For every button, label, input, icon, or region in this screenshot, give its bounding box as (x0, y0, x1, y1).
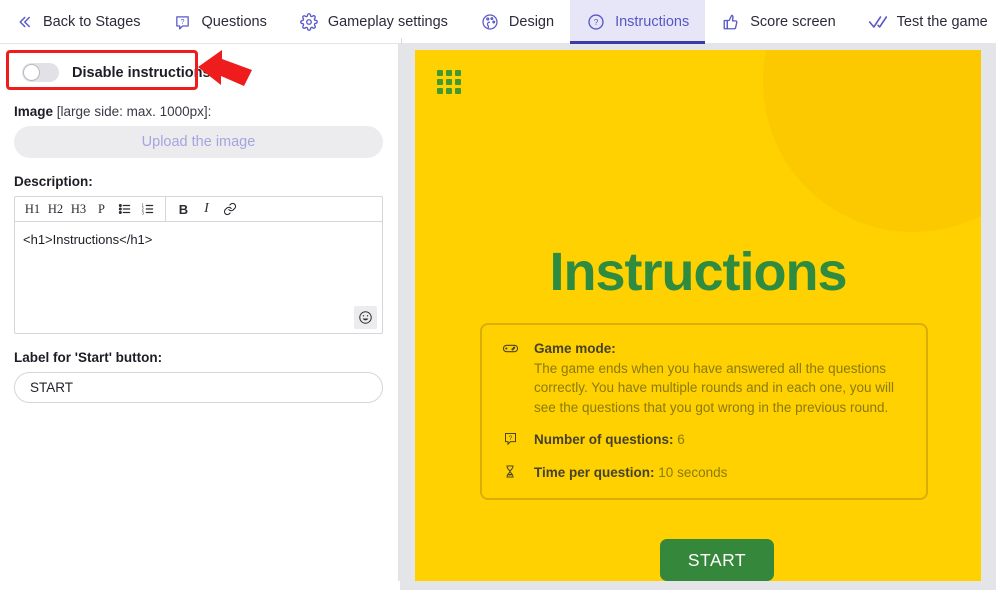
info-row-value: 10 seconds (658, 464, 728, 480)
nav-instructions[interactable]: ? Instructions (570, 0, 706, 44)
question-circle-icon: ? (586, 12, 606, 32)
image-label-hint: [large side: max. 1000px]: (56, 104, 212, 119)
gamepad-icon (500, 339, 520, 357)
nav-label: Gameplay settings (327, 14, 448, 30)
svg-text:?: ? (508, 435, 512, 442)
info-row-body: The game ends when you have answered all… (534, 360, 894, 415)
svg-text:?: ? (594, 18, 599, 27)
double-chevron-left-icon (14, 12, 34, 32)
info-row-heading: Number of questions: (534, 432, 674, 448)
toolbar-divider (165, 196, 166, 222)
top-navigation-bar: Back to Stages ? Questions Gameplay sett… (0, 0, 996, 44)
grid-menu-icon[interactable] (437, 70, 461, 94)
toolbar-h1-button[interactable]: H1 (21, 198, 44, 220)
nav-questions[interactable]: ? Questions (157, 0, 283, 44)
description-editor: H1 H2 H3 P 123 B I <h1>Instructions</h1> (14, 196, 383, 334)
emoji-picker-icon[interactable] (354, 306, 377, 329)
nav-label: Questions (201, 14, 267, 30)
bulleted-list-icon[interactable] (113, 198, 136, 220)
disable-instructions-label: Disable instructions (72, 64, 211, 81)
toolbar-bold-button[interactable]: B (172, 198, 195, 220)
nav-label: Design (508, 14, 555, 30)
image-label-bold: Image (14, 104, 54, 119)
info-row-text: Number of questions: 6 (534, 430, 685, 450)
instructions-preview: Instructions Game mode: The game ends wh… (415, 50, 981, 581)
info-row-text: Time per question: 10 seconds (534, 463, 727, 483)
nav-label: Score screen (750, 14, 836, 30)
check-double-icon (868, 12, 888, 32)
gear-icon (299, 12, 319, 32)
nav-label: Test the game (896, 14, 988, 30)
editor-toolbar: H1 H2 H3 P 123 B I (15, 196, 382, 222)
link-icon[interactable] (218, 198, 241, 220)
toolbar-h3-button[interactable]: H3 (67, 198, 90, 220)
palette-icon (480, 12, 500, 32)
description-content: <h1>Instructions</h1> (23, 232, 153, 247)
start-label-input[interactable] (14, 372, 383, 403)
disable-instructions-row: Disable instructions (14, 57, 384, 88)
disable-instructions-toggle[interactable] (22, 63, 59, 82)
info-row-text: Game mode: The game ends when you have a… (534, 339, 908, 417)
nav-gameplay-settings[interactable]: Gameplay settings (283, 0, 464, 44)
info-row-game-mode: Game mode: The game ends when you have a… (500, 339, 908, 417)
nav-design[interactable]: Design (464, 0, 570, 44)
nav-label: Instructions (615, 14, 690, 30)
app-root: Back to Stages ? Questions Gameplay sett… (0, 0, 996, 590)
bottom-strip (0, 581, 996, 590)
info-row-time-per-question: Time per question: 10 seconds (500, 463, 908, 483)
nav-label: Back to Stages (43, 14, 141, 30)
nav-test-the-game[interactable]: Test the game (852, 0, 996, 44)
bottom-strip-inner (400, 581, 996, 590)
thumbs-up-icon (721, 12, 741, 32)
toolbar-paragraph-button[interactable]: P (90, 198, 113, 220)
info-row-heading: Time per question: (534, 464, 655, 480)
start-label-field-label: Label for 'Start' button: (14, 350, 163, 365)
preview-panel-wrapper: Instructions Game mode: The game ends wh… (400, 44, 996, 581)
hourglass-icon (500, 463, 520, 479)
description-textarea[interactable]: <h1>Instructions</h1> (15, 222, 382, 333)
description-label: Description: (14, 174, 93, 189)
info-row-heading: Game mode: (534, 341, 616, 356)
toolbar-italic-button[interactable]: I (195, 198, 218, 220)
decorative-circle (763, 50, 981, 232)
question-bubble-icon: ? (173, 12, 193, 32)
svg-text:3: 3 (141, 210, 144, 215)
nav-score-screen[interactable]: Score screen (705, 0, 851, 44)
question-bubble-icon: ? (500, 430, 520, 446)
svg-text:?: ? (181, 17, 185, 25)
toggle-knob (23, 64, 40, 81)
settings-sidebar: Disable instructions Image [large side: … (0, 44, 399, 581)
upload-image-button[interactable]: Upload the image (14, 126, 383, 158)
toolbar-h2-button[interactable]: H2 (44, 198, 67, 220)
image-field-label: Image [large side: max. 1000px]: (14, 104, 384, 119)
info-row-number-of-questions: ? Number of questions: 6 (500, 430, 908, 450)
nav-back-to-stages[interactable]: Back to Stages (0, 0, 157, 44)
preview-start-button[interactable]: START (660, 539, 774, 581)
preview-title: Instructions (549, 242, 847, 302)
numbered-list-icon[interactable]: 123 (136, 198, 159, 220)
game-info-card: Game mode: The game ends when you have a… (480, 323, 928, 501)
info-row-value: 6 (677, 432, 685, 448)
